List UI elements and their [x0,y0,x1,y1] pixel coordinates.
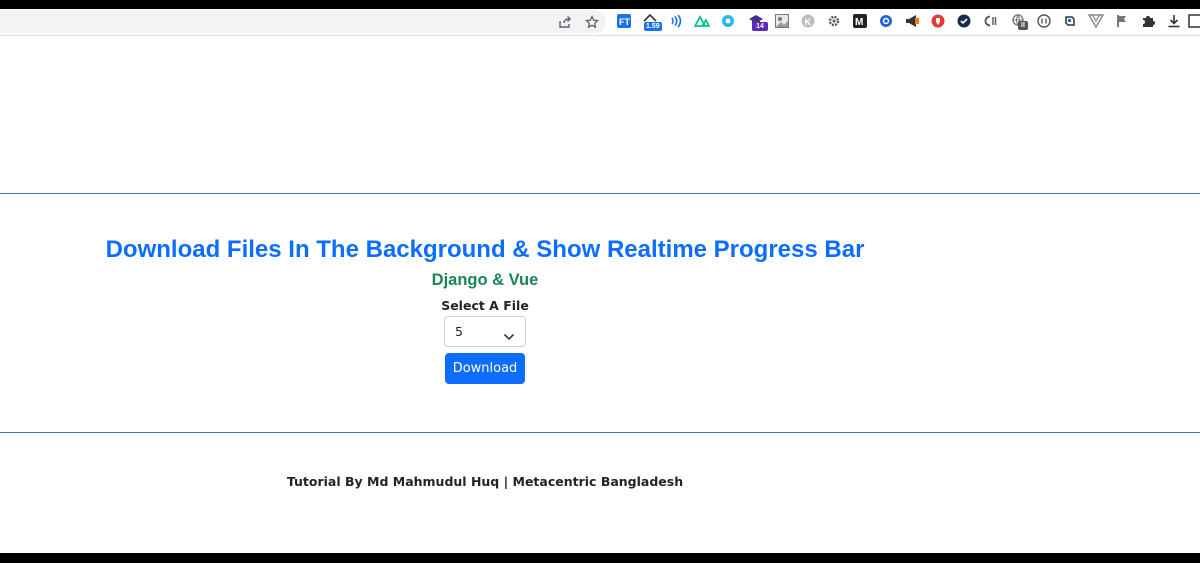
extension-nuxt-icon[interactable] [694,13,710,29]
star-icon[interactable] [583,13,601,31]
side-panel-icon[interactable] [1188,13,1200,29]
page-title: Download Files In The Background & Show … [105,236,865,263]
extension-badge: 1.59 [644,22,662,31]
extension-badge: 14 [752,22,768,31]
extension-gear-icon[interactable] [826,13,842,29]
extension-flag-icon[interactable] [1114,13,1130,29]
extension-bubble-icon[interactable] [720,13,736,29]
select-file-label: Select A File [441,298,529,313]
extension-vue-icon[interactable] [1088,13,1104,29]
extension-k-icon[interactable]: K [800,13,816,29]
extension-ft-icon[interactable]: FT [616,13,632,29]
bottom-divider [0,432,1200,433]
extension-home-icon[interactable]: 1.59 [642,13,662,31]
extension-badge: II [1018,21,1028,30]
extension-bell-icon[interactable] [1062,13,1078,29]
extension-red-shield-icon[interactable] [930,13,946,29]
download-icon[interactable] [1166,13,1182,29]
extension-check-icon[interactable] [956,13,972,29]
extension-blue-circle-icon[interactable] [878,13,894,29]
footer-credit: Tutorial By Md Mahmudul Huq | Metacentri… [286,474,684,489]
address-bar[interactable] [0,10,606,33]
extension-megaphone-icon[interactable] [904,13,920,29]
svg-text:FT: FT [619,17,630,27]
file-select-value: 5 [455,324,463,339]
chevron-down-icon [503,327,515,341]
browser-toolbar: FT 1.59 14 K M II [0,9,1200,36]
page-subtitle: Django & Vue [431,271,539,289]
share-icon[interactable] [556,13,574,31]
extension-ci-icon[interactable] [982,13,998,29]
extension-m-icon[interactable]: M [852,13,868,29]
extension-image-icon[interactable] [774,13,790,29]
file-select[interactable]: 5 [444,316,526,347]
top-divider [0,193,1200,194]
extension-circle-i-icon[interactable] [1036,13,1052,29]
extension-cap-icon[interactable]: 14 [748,13,768,31]
puzzle-icon[interactable] [1140,13,1156,29]
extension-globe-icon[interactable]: II [1010,13,1028,30]
svg-text:K: K [805,17,812,27]
download-button[interactable]: Download [445,353,525,384]
svg-text:M: M [855,17,863,28]
extension-wave-icon[interactable] [668,13,684,29]
screen-bottom-edge [0,553,1200,563]
screen-top-edge [0,0,1200,9]
